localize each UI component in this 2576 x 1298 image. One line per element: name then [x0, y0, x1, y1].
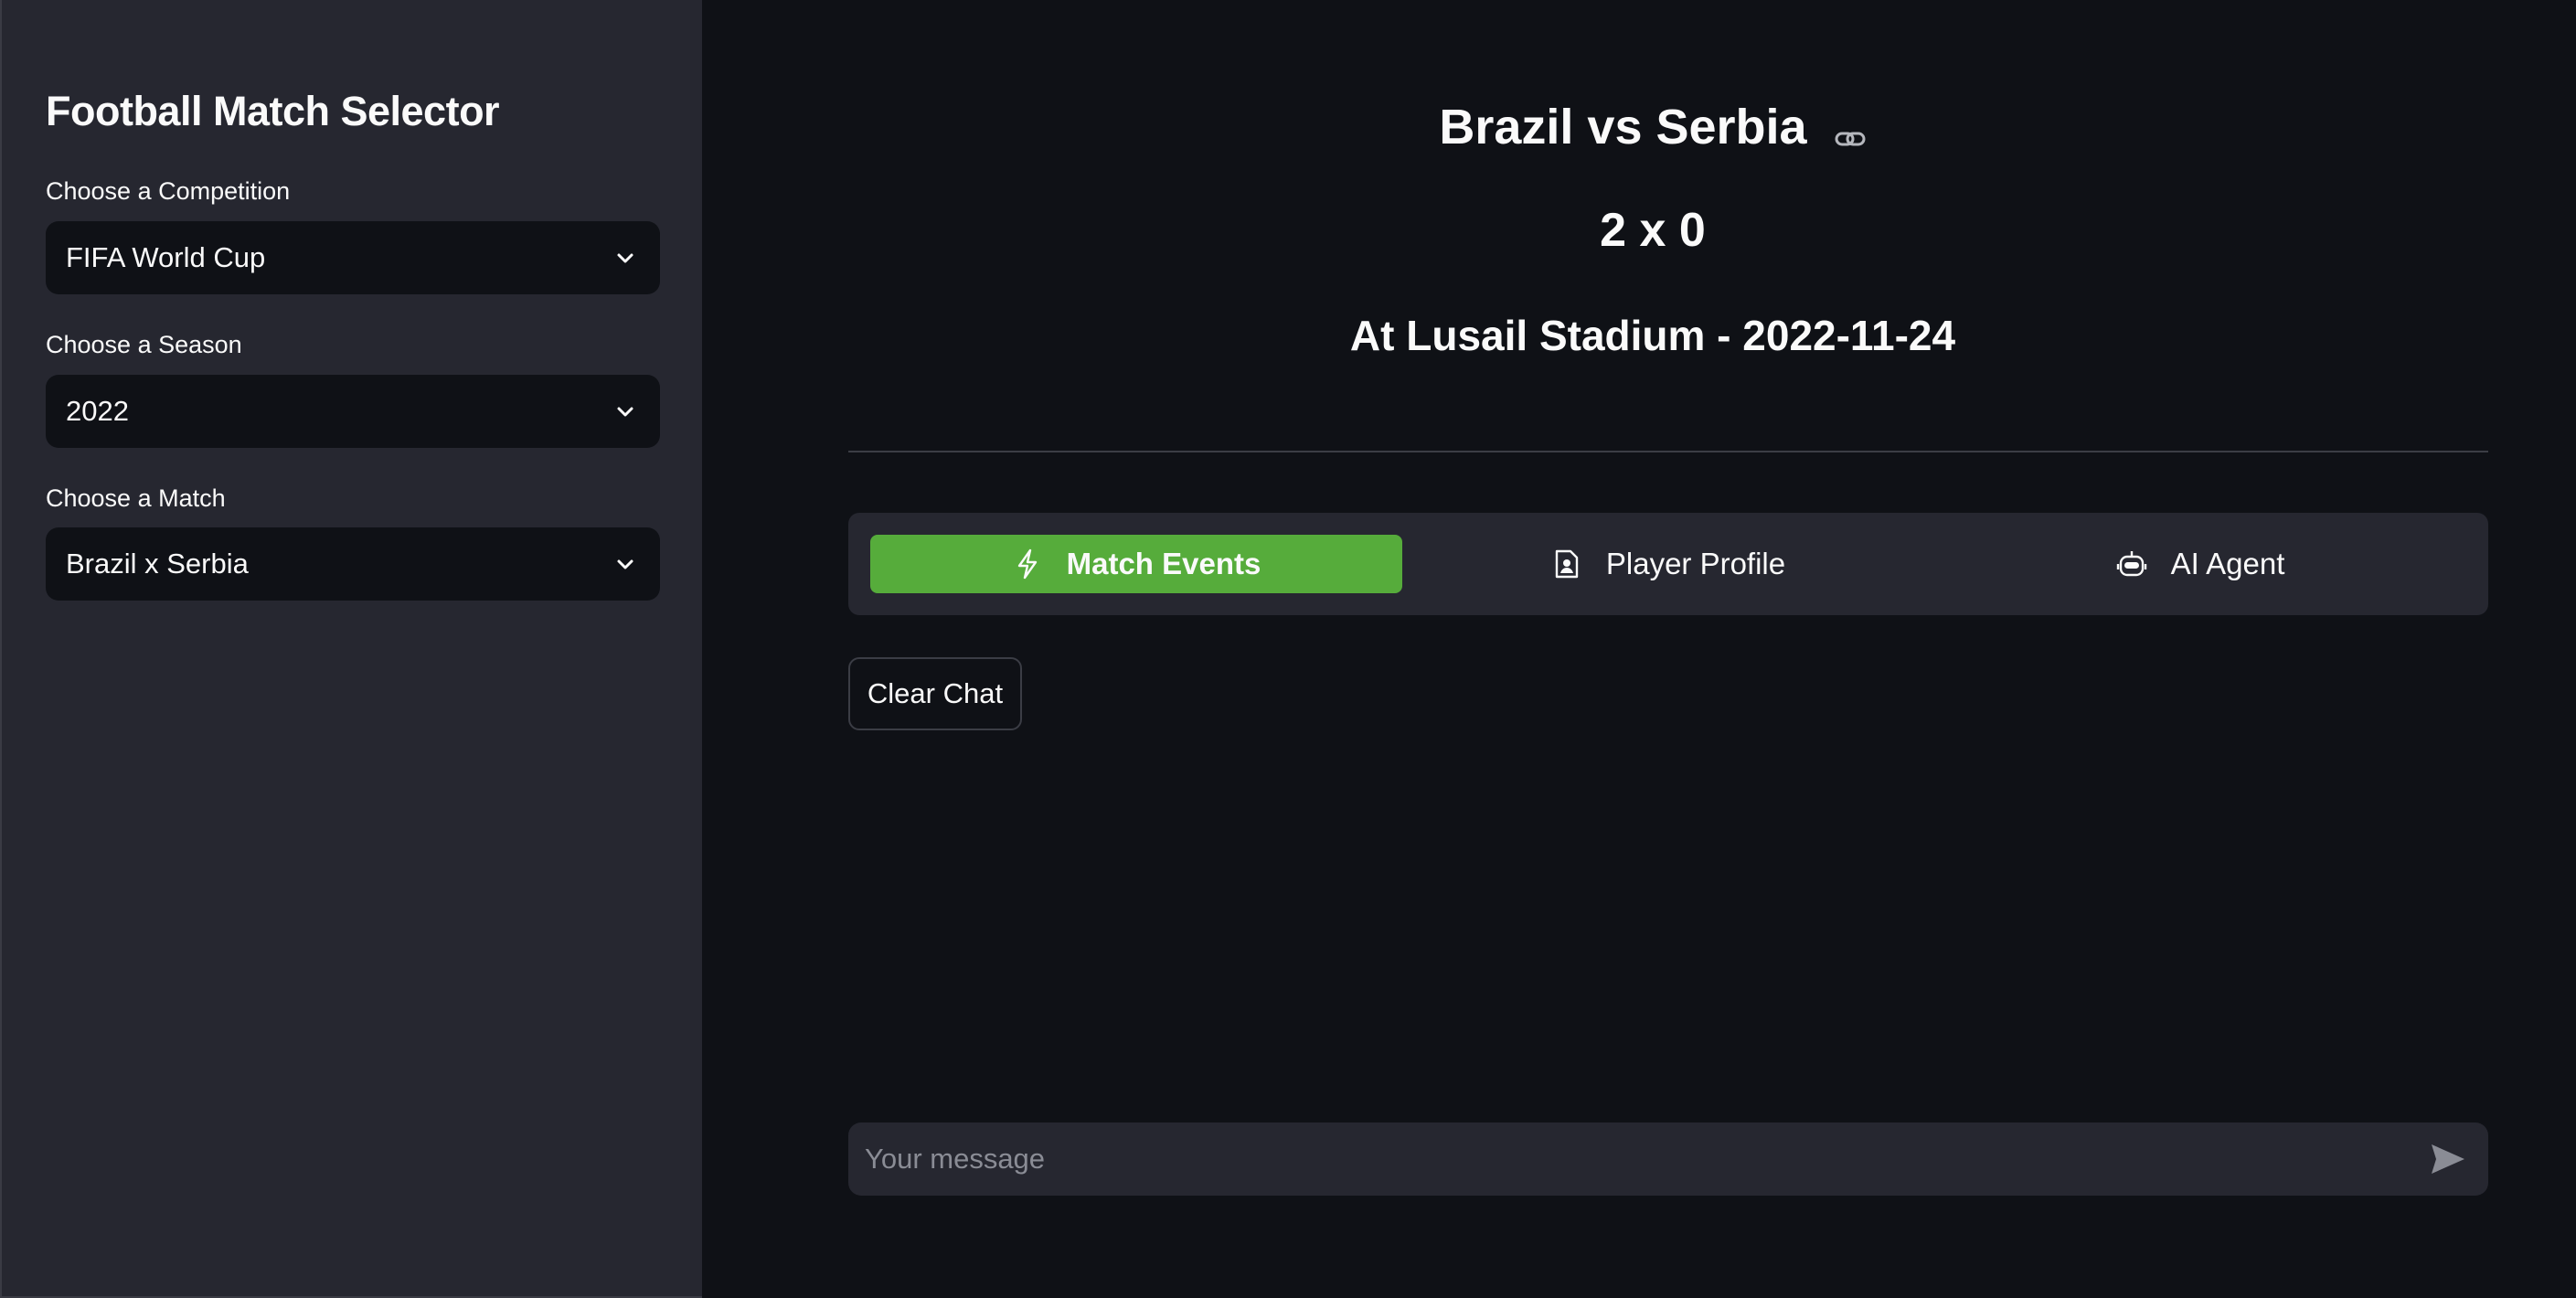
- tab-bar: Match Events Player Profile AI Agent: [848, 513, 2488, 615]
- season-label: Choose a Season: [46, 331, 242, 358]
- lightning-icon: [1012, 548, 1043, 580]
- chat-message-input[interactable]: [865, 1143, 2428, 1176]
- match-title-row: Brazil vs Serbia: [702, 95, 2576, 155]
- match-title: Brazil vs Serbia: [1439, 99, 1807, 154]
- tab-match-events[interactable]: Match Events: [870, 535, 1402, 593]
- match-select-value: Brazil x Serbia: [66, 548, 249, 580]
- chevron-down-icon: [612, 399, 638, 424]
- match-select[interactable]: Brazil x Serbia: [46, 527, 660, 601]
- chevron-down-icon: [612, 245, 638, 271]
- match-label: Choose a Match: [46, 484, 226, 512]
- send-icon[interactable]: [2428, 1139, 2468, 1179]
- chevron-down-icon: [612, 551, 638, 577]
- match-score: 2 x 0: [1600, 204, 1706, 257]
- season-select-value: 2022: [66, 395, 129, 427]
- tab-label: AI Agent: [2170, 547, 2285, 580]
- competition-select-value: FIFA World Cup: [66, 241, 266, 273]
- tab-label: Player Profile: [1605, 547, 1786, 580]
- tab-ai-agent[interactable]: AI Agent: [1934, 535, 2466, 593]
- competition-label: Choose a Competition: [46, 177, 291, 205]
- season-select[interactable]: 2022: [46, 375, 660, 448]
- clear-chat-button[interactable]: Clear Chat: [848, 657, 1022, 730]
- sidebar-title: Football Match Selector: [46, 88, 500, 134]
- sidebar: Football Match Selector Choose a Competi…: [0, 0, 702, 1298]
- link-icon[interactable]: [1834, 111, 1867, 146]
- competition-select[interactable]: FIFA World Cup: [46, 221, 660, 294]
- chat-input-container: [848, 1122, 2488, 1196]
- player-card-icon: [1551, 548, 1582, 580]
- tab-player-profile[interactable]: Player Profile: [1402, 535, 1934, 593]
- robot-icon: [2116, 548, 2147, 580]
- tab-label: Match Events: [1066, 547, 1261, 580]
- main-content: Brazil vs Serbia 2 x 0 At Lusail Stadium…: [702, 0, 2576, 1298]
- app-root: Football Match Selector Choose a Competi…: [0, 0, 2576, 1298]
- match-venue: At Lusail Stadium - 2022-11-24: [1349, 312, 1956, 359]
- divider: [848, 451, 2488, 452]
